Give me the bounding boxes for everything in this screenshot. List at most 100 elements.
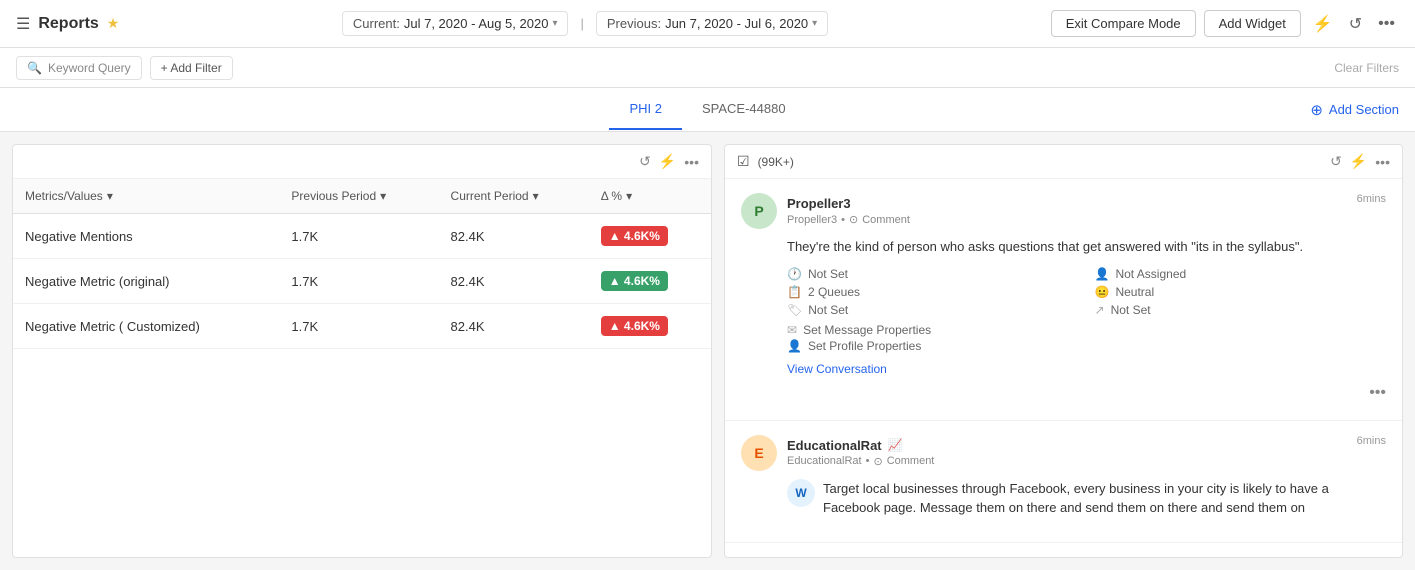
queue-icon: 📋 (787, 285, 802, 299)
tabs-center: PHI 2 SPACE-44880 (609, 89, 805, 130)
set-message-props[interactable]: ✉ Set Message Properties (787, 323, 1386, 337)
table-row: Negative Metric ( Customized)1.7K82.4K▲ … (13, 304, 711, 349)
left-more-btn[interactable]: ••• (684, 154, 699, 170)
count-badge: (99K+) (758, 155, 794, 169)
checkbox-icon[interactable]: ☑ (737, 153, 750, 170)
arrow-icon: ↗ (1095, 303, 1105, 317)
meta-not-set: Not Set (808, 267, 848, 281)
meta-item: 😐 Neutral (1095, 285, 1387, 299)
app-title: Reports (38, 15, 98, 33)
meta-item: 🕐 Not Set (787, 267, 1079, 281)
refresh-icon-btn[interactable]: ↺ (1345, 10, 1366, 38)
left-filter-btn[interactable]: ⚡ (659, 153, 676, 170)
feed-user-info: E EducationalRat 📈 EducationalRat • ⊙ Co… (741, 435, 934, 471)
tab-space44880[interactable]: SPACE-44880 (682, 89, 806, 130)
feed-user-info: P Propeller3 Propeller3 • ⊙ Comment (741, 193, 910, 229)
current-value: 82.4K (439, 214, 589, 259)
username: EducationalRat (787, 438, 882, 453)
left-refresh-btn[interactable]: ↺ (639, 153, 651, 170)
col-delta[interactable]: Δ % ▾ (589, 179, 711, 214)
metric-name: Negative Mentions (13, 214, 279, 259)
table-row: Negative Metric (original)1.7K82.4K▲ 4.6… (13, 259, 711, 304)
comment-icon: ⊙ (849, 213, 858, 226)
current-value: 82.4K (439, 259, 589, 304)
top-nav: ☰ Reports ★ Current: Jul 7, 2020 - Aug 5… (0, 0, 1415, 48)
time-stamp: 6mins (1357, 193, 1386, 205)
period-separator: | (580, 16, 583, 31)
comment-icon2: ⊙ (873, 455, 882, 468)
meta-item: 🏷 Not Set (787, 303, 1079, 317)
metric-name: Negative Metric (original) (13, 259, 279, 304)
tag-icon: 🏷 (787, 303, 802, 317)
search-icon: 🔍 (27, 61, 42, 75)
meta-item: 📋 2 Queues (787, 285, 1079, 299)
hamburger-icon[interactable]: ☰ (16, 14, 30, 34)
feed-container: P Propeller3 Propeller3 • ⊙ Comment 6min… (725, 179, 1402, 557)
feed-more-btn[interactable]: ••• (1369, 384, 1386, 402)
feed-message2: Target local businesses through Facebook… (823, 479, 1386, 518)
exit-compare-button[interactable]: Exit Compare Mode (1051, 10, 1196, 37)
meta-not-set3: Not Set (1111, 303, 1151, 317)
previous-value: 1.7K (279, 259, 438, 304)
meta-not-assigned: Not Assigned (1115, 267, 1186, 281)
col-current[interactable]: Current Period ▾ (439, 179, 589, 214)
main-content: ↺ ⚡ ••• Metrics/Values ▾ Previous Period (0, 132, 1415, 570)
right-more-btn[interactable]: ••• (1375, 154, 1390, 170)
set-profile-label: Set Profile Properties (808, 339, 921, 353)
current-period-value: Jul 7, 2020 - Aug 5, 2020 (404, 16, 549, 31)
profile-props-icon: 👤 (787, 339, 802, 353)
view-conversation-link[interactable]: View Conversation (787, 361, 1386, 376)
feed-meta: 🕐 Not Set 👤 Not Assigned 📋 2 Queues 😐 Ne… (787, 267, 1386, 317)
user-details: EducationalRat 📈 EducationalRat • ⊙ Comm… (787, 438, 934, 468)
message-props-icon: ✉ (787, 323, 797, 337)
set-message-label: Set Message Properties (803, 323, 931, 337)
username-sub: Propeller3 (787, 214, 837, 226)
user-sub: Propeller3 • ⊙ Comment (787, 213, 910, 226)
nav-left: ☰ Reports ★ (16, 14, 119, 34)
delta-value: ▲ 4.6K% (589, 214, 711, 259)
keyword-search[interactable]: 🔍 Keyword Query (16, 56, 142, 80)
right-refresh-btn[interactable]: ↺ (1330, 153, 1342, 170)
set-profile-props[interactable]: 👤 Set Profile Properties (787, 339, 1386, 353)
clear-filters-btn[interactable]: Clear Filters (1334, 61, 1399, 75)
add-section-label: Add Section (1329, 102, 1399, 117)
col-previous[interactable]: Previous Period ▾ (279, 179, 438, 214)
meta-not-set2: Not Set (808, 303, 848, 317)
add-section-icon: ⊕ (1310, 101, 1323, 119)
current-label: Current: (353, 16, 400, 31)
previous-value: 1.7K (279, 304, 438, 349)
table-row: Negative Mentions1.7K82.4K▲ 4.6K% (13, 214, 711, 259)
meta-queues: 2 Queues (808, 285, 860, 299)
trend-icon: 📈 (888, 438, 903, 452)
left-panel: ↺ ⚡ ••• Metrics/Values ▾ Previous Period (12, 144, 712, 558)
star-icon[interactable]: ★ (107, 15, 120, 32)
filter-bar-left: 🔍 Keyword Query + Add Filter (16, 56, 233, 80)
current-period-dropdown[interactable]: Current: Jul 7, 2020 - Aug 5, 2020 ▾ (342, 11, 569, 36)
add-section-button[interactable]: ⊕ Add Section (1310, 101, 1399, 119)
sentiment-icon: 😐 (1095, 285, 1110, 299)
right-panel: ☑ (99K+) ↺ ⚡ ••• P Propeller3 Pr (724, 144, 1403, 558)
time-stamp2: 6mins (1357, 435, 1386, 447)
previous-period-dropdown[interactable]: Previous: Jun 7, 2020 - Jul 6, 2020 ▾ (596, 11, 828, 36)
nav-center: Current: Jul 7, 2020 - Aug 5, 2020 ▾ | P… (342, 11, 828, 36)
avatar: E (741, 435, 777, 471)
col-metrics-chevron: ▾ (107, 189, 113, 203)
meta-item: ↗ Not Set (1095, 303, 1387, 317)
col-metrics[interactable]: Metrics/Values ▾ (13, 179, 279, 214)
tab-phi2[interactable]: PHI 2 (609, 89, 682, 130)
filter-bar: 🔍 Keyword Query + Add Filter Clear Filte… (0, 48, 1415, 88)
feed-message: They're the kind of person who asks ques… (787, 237, 1386, 257)
add-filter-button[interactable]: + Add Filter (150, 56, 233, 80)
right-toolbar-left: ☑ (99K+) (737, 153, 794, 170)
tabs-bar: PHI 2 SPACE-44880 ⊕ Add Section (0, 88, 1415, 132)
add-widget-button[interactable]: Add Widget (1204, 10, 1301, 37)
previous-chevron-icon: ▾ (812, 18, 817, 29)
meta-neutral: Neutral (1115, 285, 1154, 299)
filter-icon-btn[interactable]: ⚡ (1309, 10, 1337, 38)
delta-value: ▲ 4.6K% (589, 304, 711, 349)
feed-type: Comment (862, 214, 910, 226)
col-previous-chevron: ▾ (380, 189, 386, 203)
right-filter-btn[interactable]: ⚡ (1350, 153, 1367, 170)
more-options-btn[interactable]: ••• (1374, 11, 1399, 37)
delta-value: ▲ 4.6K% (589, 259, 711, 304)
